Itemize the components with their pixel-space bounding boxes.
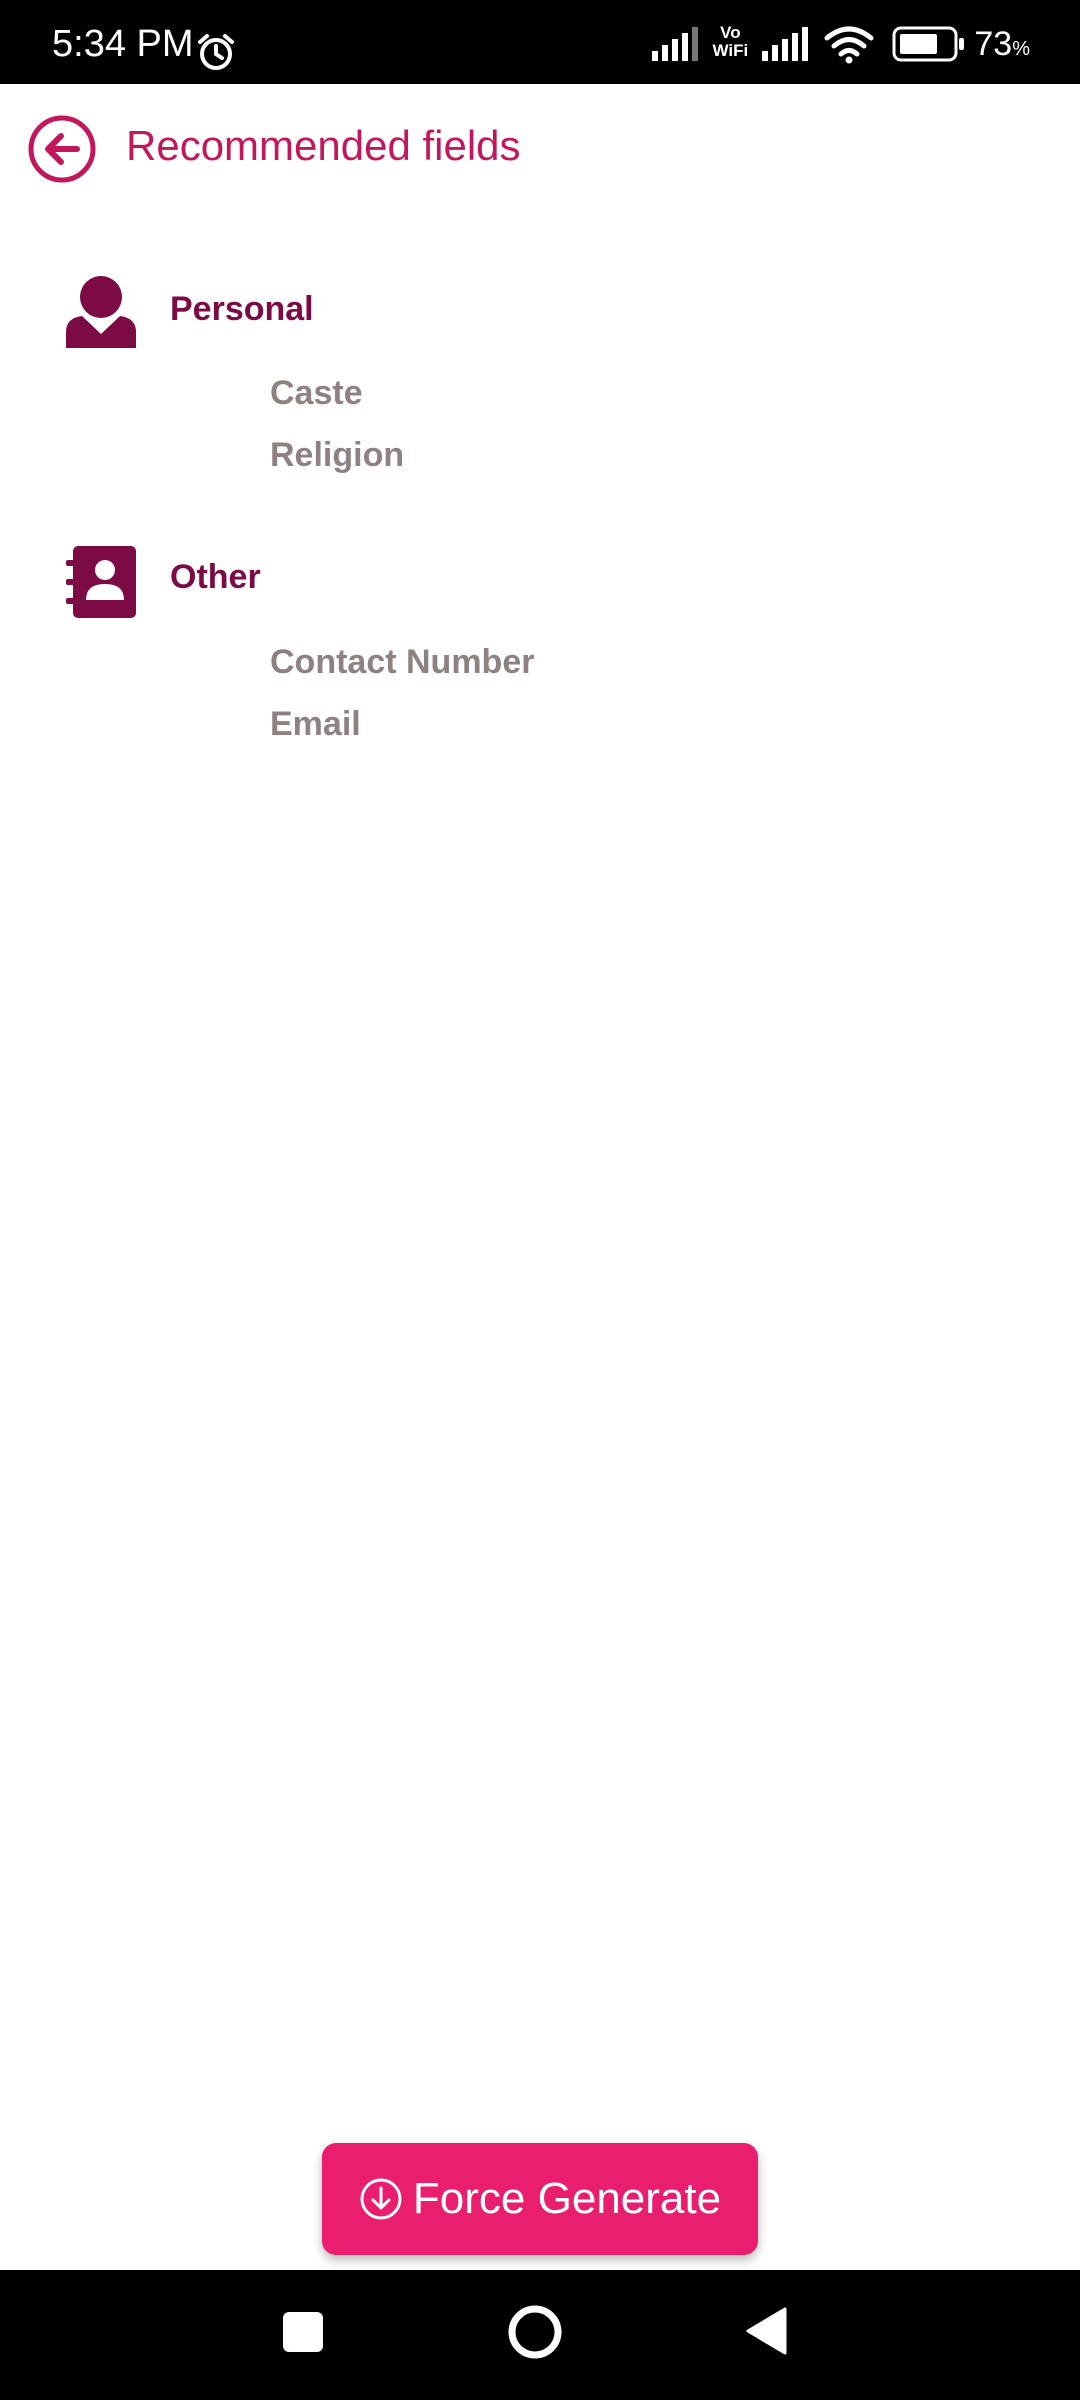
field-item-religion: Religion [270, 436, 405, 474]
person-icon [66, 276, 136, 348]
field-item-contact-number: Contact Number [270, 643, 535, 681]
field-item-caste: Caste [270, 374, 363, 412]
force-generate-label: Force Generate [412, 2174, 722, 2223]
status-time: 5:34 PM [52, 23, 194, 65]
page-title: Recommended fields [126, 122, 521, 169]
recents-button[interactable] [283, 2312, 323, 2352]
signal-icon [762, 27, 809, 61]
vowifi-icon: Vo WiFi [708, 24, 752, 64]
alarm-icon [198, 34, 234, 70]
status-icons: Vo WiFi 73% [642, 22, 1030, 66]
battery-unit: % [1012, 37, 1030, 60]
battery-value: 73 [974, 24, 1013, 63]
arrow-left-circle-icon [28, 115, 96, 183]
vo-label: Vo [720, 23, 741, 42]
section-title-other: Other [170, 558, 261, 596]
battery-icon [892, 26, 965, 62]
section-title-personal: Personal [170, 290, 314, 328]
field-item-email: Email [270, 705, 361, 743]
signal-icon [652, 27, 699, 61]
home-button[interactable] [507, 2304, 563, 2360]
status-bar: 5:34 PM Vo WiFi 73% [0, 0, 1080, 84]
battery-percentage: 73% [974, 25, 1030, 64]
nav-back-button[interactable] [745, 2306, 789, 2356]
navigation-bar [0, 2270, 1080, 2400]
download-circle-icon [360, 2178, 402, 2220]
back-button[interactable] [27, 114, 97, 184]
force-generate-button[interactable]: Force Generate [322, 2143, 758, 2255]
wifi-label: WiFi [712, 41, 749, 60]
contact-book-icon [66, 546, 136, 618]
wifi-icon [824, 26, 874, 64]
